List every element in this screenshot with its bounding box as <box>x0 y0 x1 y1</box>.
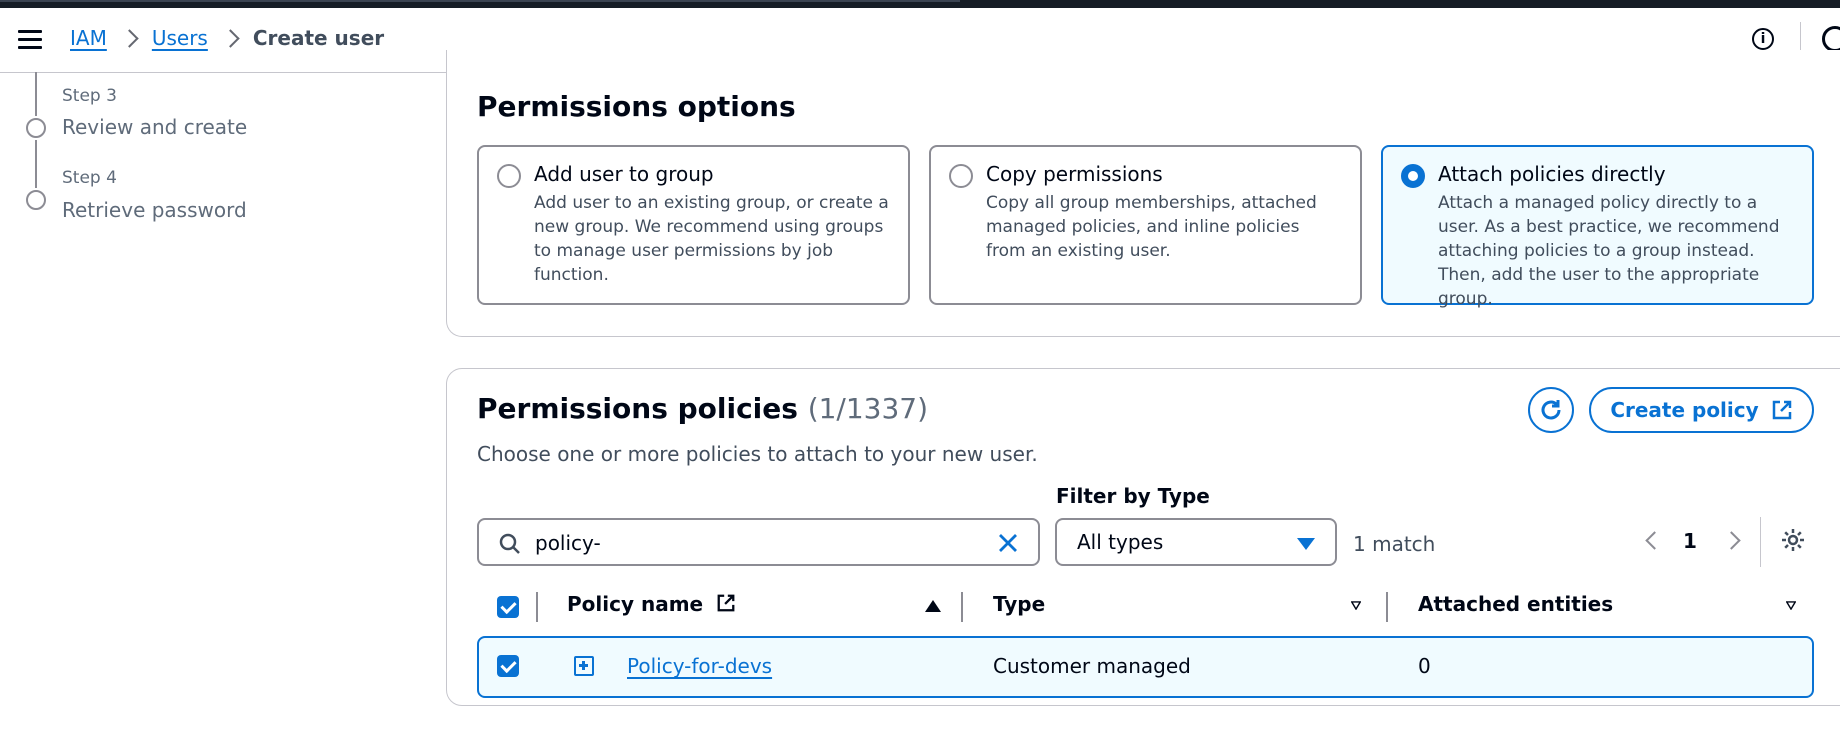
current-page[interactable]: 1 <box>1683 529 1697 553</box>
option-title: Attach policies directly <box>1438 162 1666 186</box>
radio-button[interactable] <box>497 164 521 188</box>
column-divider <box>961 592 963 622</box>
step-3-number: Step 3 <box>62 86 117 106</box>
policies-subtitle: Choose one or more policies to attach to… <box>477 442 1038 466</box>
permissions-policies-heading: Permissions policies (1/1337) <box>477 392 928 425</box>
clear-icon[interactable] <box>997 532 1019 554</box>
step-4-title[interactable]: Retrieve password <box>62 198 247 222</box>
refresh-icon <box>1541 400 1561 420</box>
caret-down-icon <box>1297 538 1315 550</box>
pager-divider <box>1760 517 1761 567</box>
gear-icon[interactable] <box>1781 528 1805 552</box>
attached-entities-count: 0 <box>1418 654 1431 678</box>
step-connector <box>35 72 37 116</box>
row-checkbox[interactable] <box>497 655 519 677</box>
create-policy-label: Create policy <box>1610 398 1759 422</box>
create-policy-button[interactable]: Create policy <box>1589 387 1814 433</box>
info-icon[interactable]: i <box>1752 28 1774 50</box>
step-3-indicator <box>26 118 46 138</box>
option-attach-policies-directly[interactable]: Attach policies directly Attach a manage… <box>1381 145 1814 309</box>
option-description: Attach a managed policy directly to a us… <box>1438 193 1780 309</box>
permissions-options-heading: Permissions options <box>477 90 796 123</box>
column-policy-name[interactable]: Policy name <box>567 592 736 616</box>
external-link-icon <box>717 594 735 612</box>
search-icon <box>499 533 520 554</box>
policy-type: Customer managed <box>993 654 1191 678</box>
match-count: 1 match <box>1353 532 1436 556</box>
step-4-indicator <box>26 190 46 210</box>
option-copy-permissions[interactable]: Copy permissions Copy all group membersh… <box>929 145 1362 305</box>
policy-name-link[interactable]: Policy-for-devs <box>627 654 772 678</box>
top-nav-strip <box>0 0 1840 8</box>
refresh-button[interactable] <box>1528 387 1574 433</box>
column-divider <box>1386 592 1388 622</box>
option-description: Copy all group memberships, attached man… <box>986 193 1317 261</box>
policies-count: (1/1337) <box>807 392 929 425</box>
help-panel-icon[interactable] <box>1822 26 1840 52</box>
step-4-number: Step 4 <box>62 168 117 188</box>
option-title: Copy permissions <box>986 162 1163 186</box>
step-connector <box>35 140 37 188</box>
type-filter-value: All types <box>1077 530 1164 554</box>
option-title: Add user to group <box>534 162 714 186</box>
chevron-right-icon <box>120 28 139 48</box>
filter-by-type-label: Filter by Type <box>1056 484 1210 508</box>
type-filter-select[interactable]: All types <box>1055 518 1337 566</box>
select-all-checkbox[interactable] <box>497 596 519 618</box>
column-label: Policy name <box>567 592 704 616</box>
column-divider <box>536 592 538 622</box>
expand-row-icon[interactable] <box>574 656 594 676</box>
sort-ascending-icon[interactable] <box>925 600 941 612</box>
external-link-icon <box>1772 400 1791 420</box>
chevron-right-icon <box>221 28 240 48</box>
breadcrumb-iam[interactable]: IAM <box>70 26 107 50</box>
breadcrumb: IAM Users Create user <box>70 26 384 50</box>
option-description: Add user to an existing group, or create… <box>534 193 889 285</box>
policies-title: Permissions policies <box>477 392 798 425</box>
breadcrumb-users[interactable]: Users <box>152 26 208 50</box>
column-attached-entities[interactable]: Attached entities <box>1418 592 1613 616</box>
option-add-user-to-group[interactable]: Add user to group Add user to an existin… <box>477 145 910 305</box>
radio-button-selected[interactable] <box>1401 164 1425 188</box>
column-type[interactable]: Type <box>993 592 1045 616</box>
radio-button[interactable] <box>949 164 973 188</box>
wizard-steps: Step 3 Review and create Step 4 Retrieve… <box>0 72 440 272</box>
search-input[interactable] <box>533 528 977 558</box>
sort-icon[interactable] <box>1351 601 1361 610</box>
sort-icon[interactable] <box>1786 601 1796 610</box>
policy-search[interactable] <box>477 518 1040 566</box>
breadcrumb-current: Create user <box>252 26 385 50</box>
menu-icon[interactable] <box>18 30 42 50</box>
step-3-title[interactable]: Review and create <box>62 115 247 139</box>
